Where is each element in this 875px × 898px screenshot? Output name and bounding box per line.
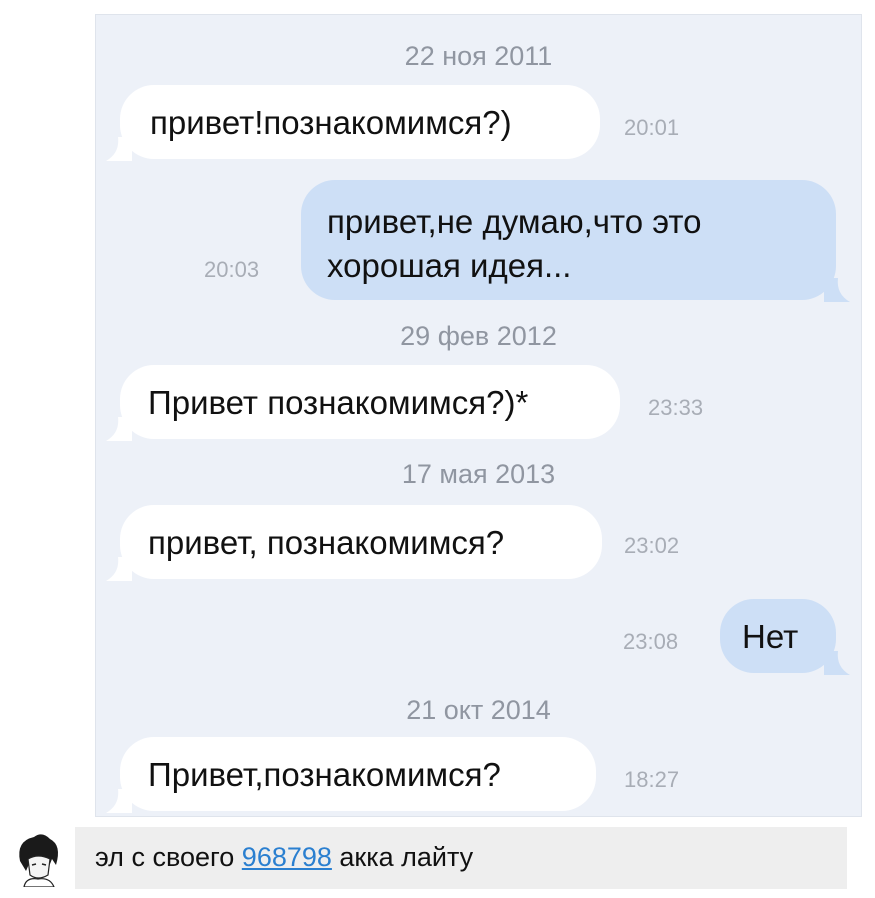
comment-link[interactable]: 968798: [242, 842, 332, 872]
bubble-tail-icon: [106, 137, 132, 161]
chat-screenshot: 22 ноя 2011 привет!познакомимся?) 20:01 …: [95, 14, 862, 817]
message-text: привет!познакомимся?): [150, 104, 512, 141]
comment-text: эл с своего 968798 акка лайту: [95, 842, 473, 873]
message-time: 20:01: [624, 115, 680, 140]
incoming-message: Привет,познакомимся?: [106, 737, 596, 813]
incoming-message: привет, познакомимся?: [106, 505, 602, 581]
bubble-tail-icon: [824, 278, 850, 302]
message-line: хорошая идея...: [327, 247, 572, 284]
avatar[interactable]: [12, 831, 64, 887]
comment-box: эл с своего 968798 акка лайту: [75, 827, 847, 889]
message-text: Привет познакомимся?)*: [148, 384, 529, 421]
outgoing-message: привет,не думаю,что это хорошая идея...: [301, 180, 850, 302]
date-separator: 21 окт 2014: [406, 695, 551, 725]
message-text: Привет,познакомимся?: [148, 756, 501, 793]
message-time: 20:03: [204, 257, 260, 282]
bubble-tail-icon: [106, 417, 132, 441]
incoming-message: Привет познакомимся?)*: [106, 365, 620, 441]
bubble-tail-icon: [824, 651, 850, 675]
comment-text-after: акка лайту: [331, 842, 474, 872]
message-time: 23:08: [623, 629, 679, 654]
message-time: 18:27: [624, 767, 680, 792]
message-time: 23:02: [624, 533, 680, 558]
message-time: 23:33: [648, 395, 704, 420]
message-line: привет,не думаю,что это: [327, 203, 702, 240]
bubble-tail-icon: [106, 557, 132, 581]
date-separator: 17 мая 2013: [401, 459, 556, 489]
date-separator: 22 ноя 2011: [404, 41, 553, 71]
incoming-message: привет!познакомимся?): [106, 85, 600, 161]
message-text: привет, познакомимся?: [148, 524, 505, 561]
comment-text-before: эл с своего: [95, 842, 242, 872]
bubble-tail-icon: [106, 789, 132, 813]
date-separator: 29 фев 2012: [400, 321, 557, 351]
message-text: Нет: [742, 618, 799, 655]
outgoing-message: Нет: [720, 599, 850, 675]
